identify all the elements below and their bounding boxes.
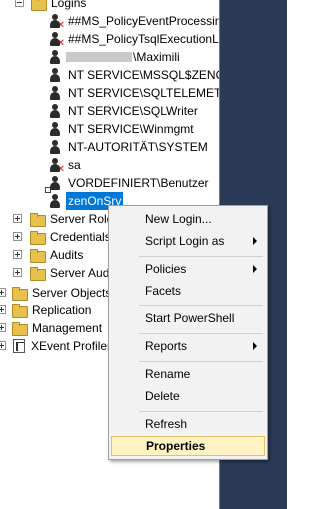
login-label: NT SERVICE\Winmgmt (68, 122, 194, 136)
login-group-icon (45, 175, 63, 193)
login-user-icon (47, 139, 63, 155)
menu-separator (139, 256, 263, 257)
context-menu: New Login... Script Login as Policies Fa… (108, 205, 268, 460)
tree-node-label: Audits (50, 248, 84, 262)
login-label: VORDEFINIERT\Benutzer (68, 176, 209, 190)
tree-node-replication[interactable]: Replication (0, 301, 93, 319)
tree-node-label: XEvent Profiler (31, 339, 112, 353)
login-item[interactable]: NT-AUTORITÄT\SYSTEM (47, 138, 210, 156)
menu-item-label: New Login... (145, 212, 212, 226)
menu-item-script-login-as[interactable]: Script Login as (111, 231, 265, 251)
login-user-icon (47, 49, 63, 65)
menu-separator (139, 333, 263, 334)
menu-item-label: Properties (146, 439, 206, 453)
tree-node-xevent-profiler[interactable]: XEvent Profiler (0, 337, 113, 355)
expand-icon[interactable] (13, 250, 22, 259)
redacted-text (66, 52, 132, 62)
menu-item-delete[interactable]: Delete (111, 386, 265, 406)
folder-icon (29, 211, 46, 227)
tree-node-label: Logins (51, 0, 87, 10)
menu-item-label: Policies (145, 262, 187, 276)
tree-node-label: Management (32, 321, 103, 335)
login-user-icon: ✕ (47, 157, 65, 175)
tree-node-audits[interactable]: Audits (0, 246, 85, 264)
expand-icon[interactable] (13, 232, 22, 241)
login-item[interactable]: ✕ ##MS_PolicyEventProcessin (47, 12, 220, 31)
login-item[interactable]: ✕ ##MS_PolicyTsqlExecutionL (47, 30, 220, 49)
login-user-icon (47, 121, 63, 137)
login-user-icon (47, 67, 63, 83)
tree-node-logins[interactable]: Logins (0, 0, 88, 12)
login-label: NT-AUTORITÄT\SYSTEM (68, 140, 208, 154)
login-item[interactable]: NT SERVICE\SQLWriter (47, 102, 200, 120)
tree-node-label: Server Objects (32, 286, 112, 300)
tree-node-server-roles[interactable]: Server Role (0, 210, 115, 228)
login-item[interactable]: ✕ sa (47, 156, 83, 175)
expand-icon[interactable] (0, 323, 6, 332)
menu-separator (139, 411, 263, 412)
expand-icon[interactable] (13, 214, 22, 223)
menu-item-label: Delete (145, 389, 180, 403)
expand-icon[interactable] (0, 341, 6, 350)
menu-item-label: Start PowerShell (145, 311, 235, 325)
login-user-icon (47, 103, 63, 119)
menu-item-label: Facets (145, 284, 182, 298)
submenu-arrow-icon (253, 342, 257, 350)
tree-node-credentials[interactable]: Credentials (0, 228, 113, 246)
login-item[interactable]: NT SERVICE\MSSQL$ZENON (47, 66, 220, 84)
menu-separator (139, 305, 263, 306)
login-label: NT SERVICE\SQLWriter (68, 104, 198, 118)
tree-node-server-objects[interactable]: Server Objects (0, 284, 113, 302)
menu-item-label: Reports (145, 339, 188, 353)
menu-item-label: Refresh (145, 417, 188, 431)
login-item[interactable]: \Maximili (47, 48, 182, 66)
login-user-icon: ✕ (47, 31, 65, 49)
submenu-arrow-icon (253, 265, 257, 273)
folder-icon (29, 247, 46, 263)
menu-item-policies[interactable]: Policies (111, 259, 265, 279)
submenu-arrow-icon (253, 237, 257, 245)
login-item[interactable]: VORDEFINIERT\Benutzer (45, 174, 210, 193)
menu-separator (139, 361, 263, 362)
xevent-profiler-icon (13, 339, 25, 353)
login-user-icon: ✕ (47, 13, 65, 31)
expand-icon[interactable] (13, 268, 22, 277)
menu-item-rename[interactable]: Rename (111, 364, 265, 384)
tree-node-management[interactable]: Management (0, 319, 104, 337)
tree-node-label: Credentials (50, 230, 111, 244)
tree-node-label: Server Role (50, 212, 114, 226)
login-label: ##MS_PolicyTsqlExecutionL (68, 32, 219, 46)
expand-icon[interactable] (0, 288, 6, 297)
folder-icon (30, 0, 47, 11)
collapse-icon[interactable] (15, 0, 24, 7)
login-user-icon (47, 193, 63, 209)
menu-item-refresh[interactable]: Refresh (111, 414, 265, 434)
menu-item-label: Script Login as (145, 234, 225, 248)
folder-icon (11, 320, 28, 336)
menu-item-start-powershell[interactable]: Start PowerShell (111, 308, 265, 328)
login-item[interactable]: NT SERVICE\Winmgmt (47, 120, 196, 138)
tree-node-label: Server Audi (50, 266, 113, 280)
tree-node-label: Replication (32, 303, 92, 317)
login-item[interactable]: NT SERVICE\SQLTELEMETRY (47, 84, 220, 102)
menu-item-label: Rename (145, 367, 191, 381)
expand-icon[interactable] (0, 305, 6, 314)
menu-item-properties[interactable]: Properties (111, 436, 265, 456)
login-label: NT SERVICE\MSSQL$ZENON (68, 68, 220, 82)
tree-node-server-audit-specifications[interactable]: Server Audi (0, 264, 114, 282)
folder-icon (29, 229, 46, 245)
login-label: NT SERVICE\SQLTELEMETRY (68, 86, 220, 100)
folder-icon (11, 285, 28, 301)
menu-item-new-login[interactable]: New Login... (111, 209, 265, 229)
folder-icon (29, 265, 46, 281)
login-user-icon (47, 85, 63, 101)
login-label: ##MS_PolicyEventProcessin (68, 14, 220, 28)
login-label: \Maximili (133, 50, 180, 64)
login-label: sa (68, 158, 81, 172)
menu-item-reports[interactable]: Reports (111, 336, 265, 356)
menu-item-facets[interactable]: Facets (111, 281, 265, 301)
folder-icon (11, 302, 28, 318)
